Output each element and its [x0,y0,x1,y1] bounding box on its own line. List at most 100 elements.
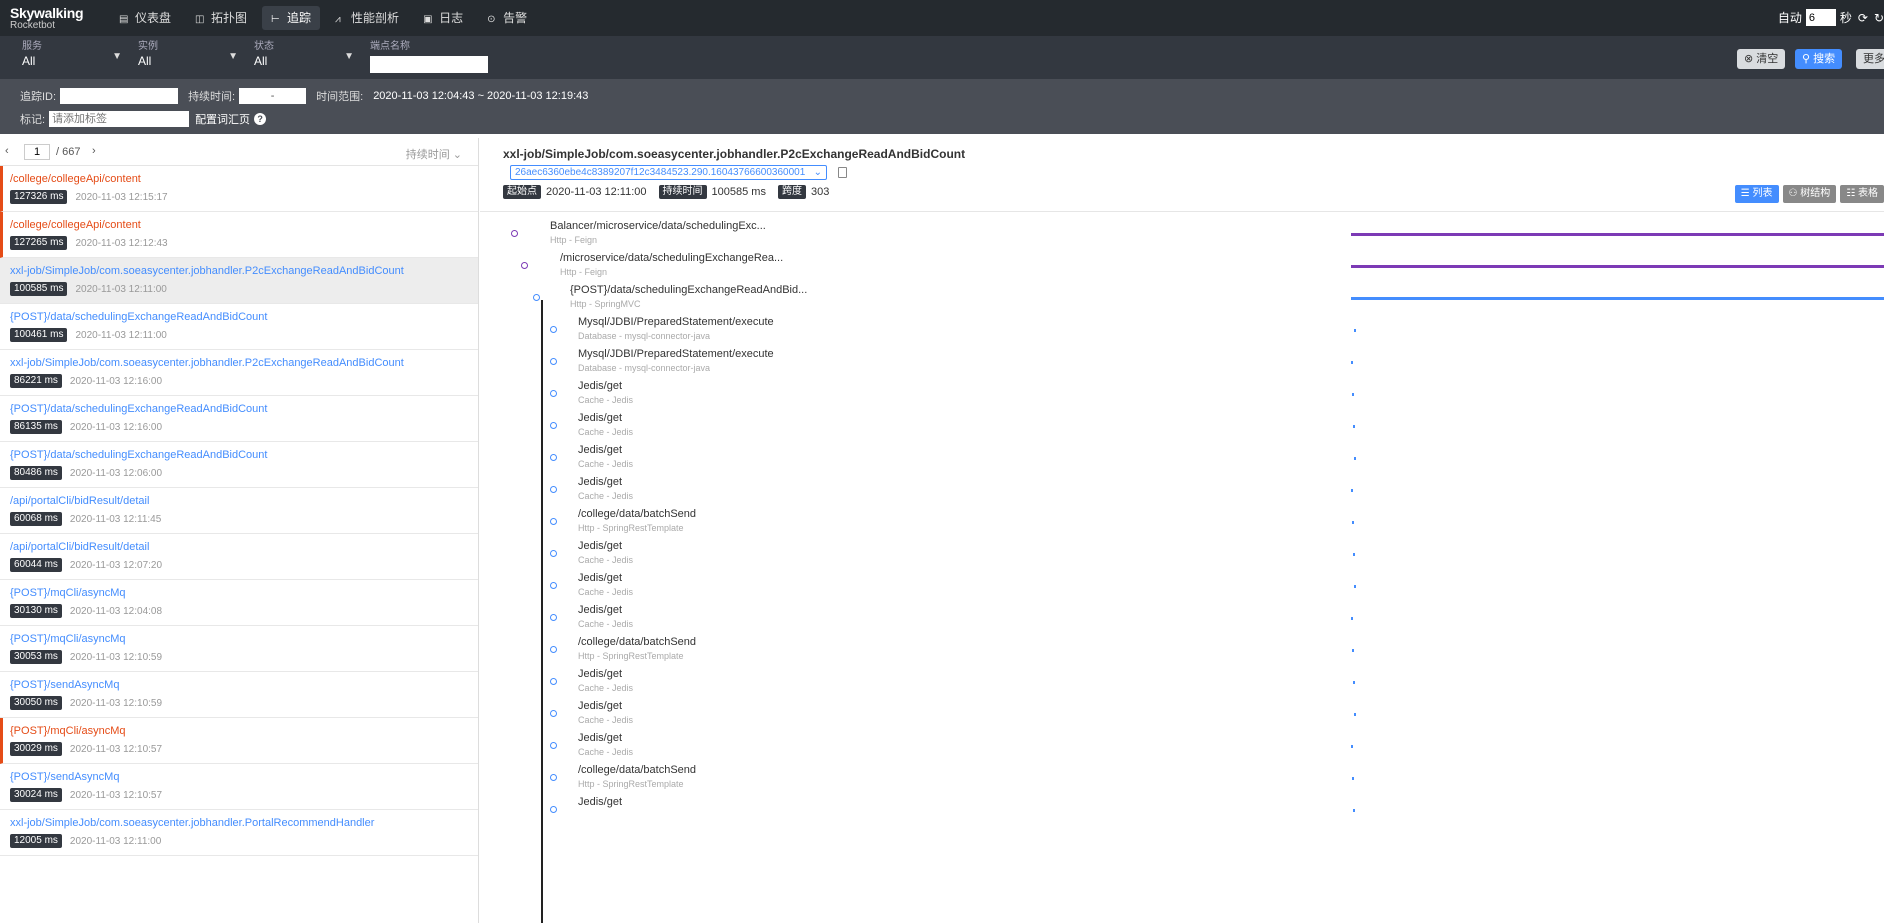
trace-item[interactable]: /college/collegeApi/content 127265 ms 2020… [0,212,478,258]
trace-item[interactable]: {POST}/data/schedulingExchangeReadAndBid… [0,396,478,442]
prev-page-icon[interactable]: ‹ [5,145,9,157]
span-node-icon[interactable] [550,646,557,653]
trace-id-select[interactable]: 26aec6360ebe4c8389207f12c3484523.290.160… [510,165,827,180]
span-node-icon[interactable] [550,774,557,781]
status-select[interactable]: 状态 All ▼ [254,41,356,73]
tag-input[interactable] [49,111,190,127]
span-row[interactable]: Jedis/get Cache - Jedis [480,442,1884,474]
span-row[interactable]: Balancer/microservice/data/schedulingExc… [480,218,1884,250]
copy-icon[interactable] [838,167,847,178]
span-name: /microservice/data/schedulingExchangeRea… [560,252,784,264]
trace-id-input[interactable] [60,88,179,104]
spans-value: 303 [810,186,830,198]
nav-item[interactable]: ◫ 拓扑图 [186,6,256,30]
search-label: 搜索 [1813,53,1836,65]
span-row[interactable]: Jedis/get Cache - Jedis [480,538,1884,570]
span-row[interactable]: /college/data/batchSend Http - SpringRest… [480,762,1884,794]
trace-item[interactable]: {POST}/data/schedulingExchangeReadAndBid… [0,442,478,488]
span-node-icon[interactable] [550,582,557,589]
trace-item[interactable]: {POST}/mqCli/asyncMq 30053 ms 2020-11-03 1… [0,626,478,672]
span-node-icon[interactable] [550,614,557,621]
nav-item[interactable]: ⩘ 性能剖析 [326,6,408,30]
dashboard-icon: ▤ [119,14,129,25]
nav-item[interactable]: ▤ 仪表盘 [110,6,180,30]
table-view-button[interactable]: ☷ 表格 [1840,185,1884,203]
nav-item-label: 性能剖析 [351,11,400,25]
trace-item[interactable]: {POST}/data/schedulingExchangeReadAndBid… [0,304,478,350]
trace-item[interactable]: xxl-job/SimpleJob/com.soeasycenter.jobha… [0,810,478,856]
span-row[interactable]: /microservice/data/schedulingExchangeRea… [480,250,1884,282]
refresh-icon[interactable]: ⟳ [1858,11,1868,25]
nav-item[interactable]: ▣ 日志 [414,6,472,30]
span-node-icon[interactable] [550,326,557,333]
span-row[interactable]: Mysql/JDBI/PreparedStatement/execute Data… [480,346,1884,378]
trace-item[interactable]: {POST}/mqCli/asyncMq 30130 ms 2020-11-03 1… [0,580,478,626]
span-node-icon[interactable] [550,358,557,365]
span-row[interactable]: /college/data/batchSend Http - SpringRest… [480,506,1884,538]
span-row[interactable]: Jedis/get Cache - Jedis [480,474,1884,506]
span-node-icon[interactable] [550,390,557,397]
span-node-icon[interactable] [521,262,528,269]
duration-value: 100585 ms [711,186,766,198]
time-range-value[interactable]: 2020-11-03 12:04:43 ~ 2020-11-03 12:19:4… [373,90,588,102]
span-node-icon[interactable] [550,806,557,813]
next-page-icon[interactable]: › [92,145,96,157]
refresh-interval-input[interactable] [1805,9,1836,26]
duration-input[interactable] [239,88,307,104]
trace-item-duration: 100461 ms [10,328,68,342]
span-row[interactable]: Jedis/get Cache - Jedis [480,410,1884,442]
trace-item[interactable]: /api/portalCli/bidResult/detail 60044 ms 2… [0,534,478,580]
logo[interactable]: Skywalking Rocketbot [10,6,84,32]
span-node-icon[interactable] [550,486,557,493]
sort-select[interactable]: 持续时间 ⌄ [406,146,462,162]
trace-item[interactable]: xxl-job/SimpleJob/com.soeasycenter.jobha… [0,258,478,304]
more-button[interactable]: 更多 [1856,49,1884,69]
span-name: Mysql/JDBI/PreparedStatement/execute [578,316,774,328]
endpoint-input[interactable] [370,56,488,73]
service-select[interactable]: 服务 All ▼ [22,41,124,73]
nav-item[interactable]: ⊢ 追踪 [262,6,321,30]
trace-item-name: /api/portalCli/bidResult/detail [10,541,150,553]
span-name: Jedis/get [578,540,623,552]
span-node-icon[interactable] [550,454,557,461]
page-input[interactable] [24,144,50,160]
span-row[interactable]: Jedis/get Cache - Jedis [480,602,1884,634]
clear-button[interactable]: ⊗ 清空 [1737,49,1786,69]
span-node-icon[interactable] [550,518,557,525]
span-node-icon[interactable] [511,230,518,237]
span-node-icon[interactable] [550,742,557,749]
trace-item[interactable]: xxl-job/SimpleJob/com.soeasycenter.jobha… [0,350,478,396]
trace-item[interactable]: {POST}/mqCli/asyncMq 30029 ms 2020-11-03 1… [0,718,478,764]
span-row[interactable]: Jedis/get Cache - Jedis [480,570,1884,602]
span-node-icon[interactable] [550,710,557,717]
span-node-icon[interactable] [550,678,557,685]
span-row[interactable]: {POST}/data/schedulingExchangeReadAndBid… [480,282,1884,314]
span-row[interactable]: Jedis/get Cache - Jedis [480,730,1884,762]
search-button[interactable]: ⚲ 搜索 [1795,49,1843,69]
span-node-icon[interactable] [533,294,540,301]
clear-icon: ⊗ [1744,53,1757,65]
list-view-button[interactable]: ☰ 列表 [1734,185,1779,203]
tree-view-button[interactable]: ⚇ 树结构 [1782,185,1837,203]
span-row[interactable]: Jedis/get [480,794,1884,826]
span-name: /college/data/batchSend [578,764,697,776]
reload-icon[interactable]: ↻ [1874,11,1884,25]
span-node-icon[interactable] [550,422,557,429]
trace-item-time: 2020-11-03 12:06:00 [69,467,163,479]
span-row[interactable]: Mysql/JDBI/PreparedStatement/execute Data… [480,314,1884,346]
instance-select[interactable]: 实例 All ▼ [138,41,240,73]
span-node-icon[interactable] [550,550,557,557]
trace-item[interactable]: {POST}/sendAsyncMq 30024 ms 2020-11-03 12:… [0,764,478,810]
trace-item[interactable]: /api/portalCli/bidResult/detail 60068 ms 2… [0,488,478,534]
span-row[interactable]: Jedis/get Cache - Jedis [480,378,1884,410]
config-link[interactable]: 配置词汇页 [195,111,250,127]
trace-item-duration: 30130 ms [10,604,62,618]
help-icon[interactable]: ? [254,113,267,125]
span-row[interactable]: Jedis/get Cache - Jedis [480,698,1884,730]
trace-item[interactable]: {POST}/sendAsyncMq 30050 ms 2020-11-03 12:… [0,672,478,718]
nav-item[interactable]: ⊙ 告警 [478,6,536,30]
span-row[interactable]: Jedis/get Cache - Jedis [480,666,1884,698]
trace-item[interactable]: /college/collegeApi/content 127326 ms 2020… [0,166,478,212]
span-row[interactable]: /college/data/batchSend Http - SpringRest… [480,634,1884,666]
trace-item-duration: 127265 ms [10,236,68,250]
